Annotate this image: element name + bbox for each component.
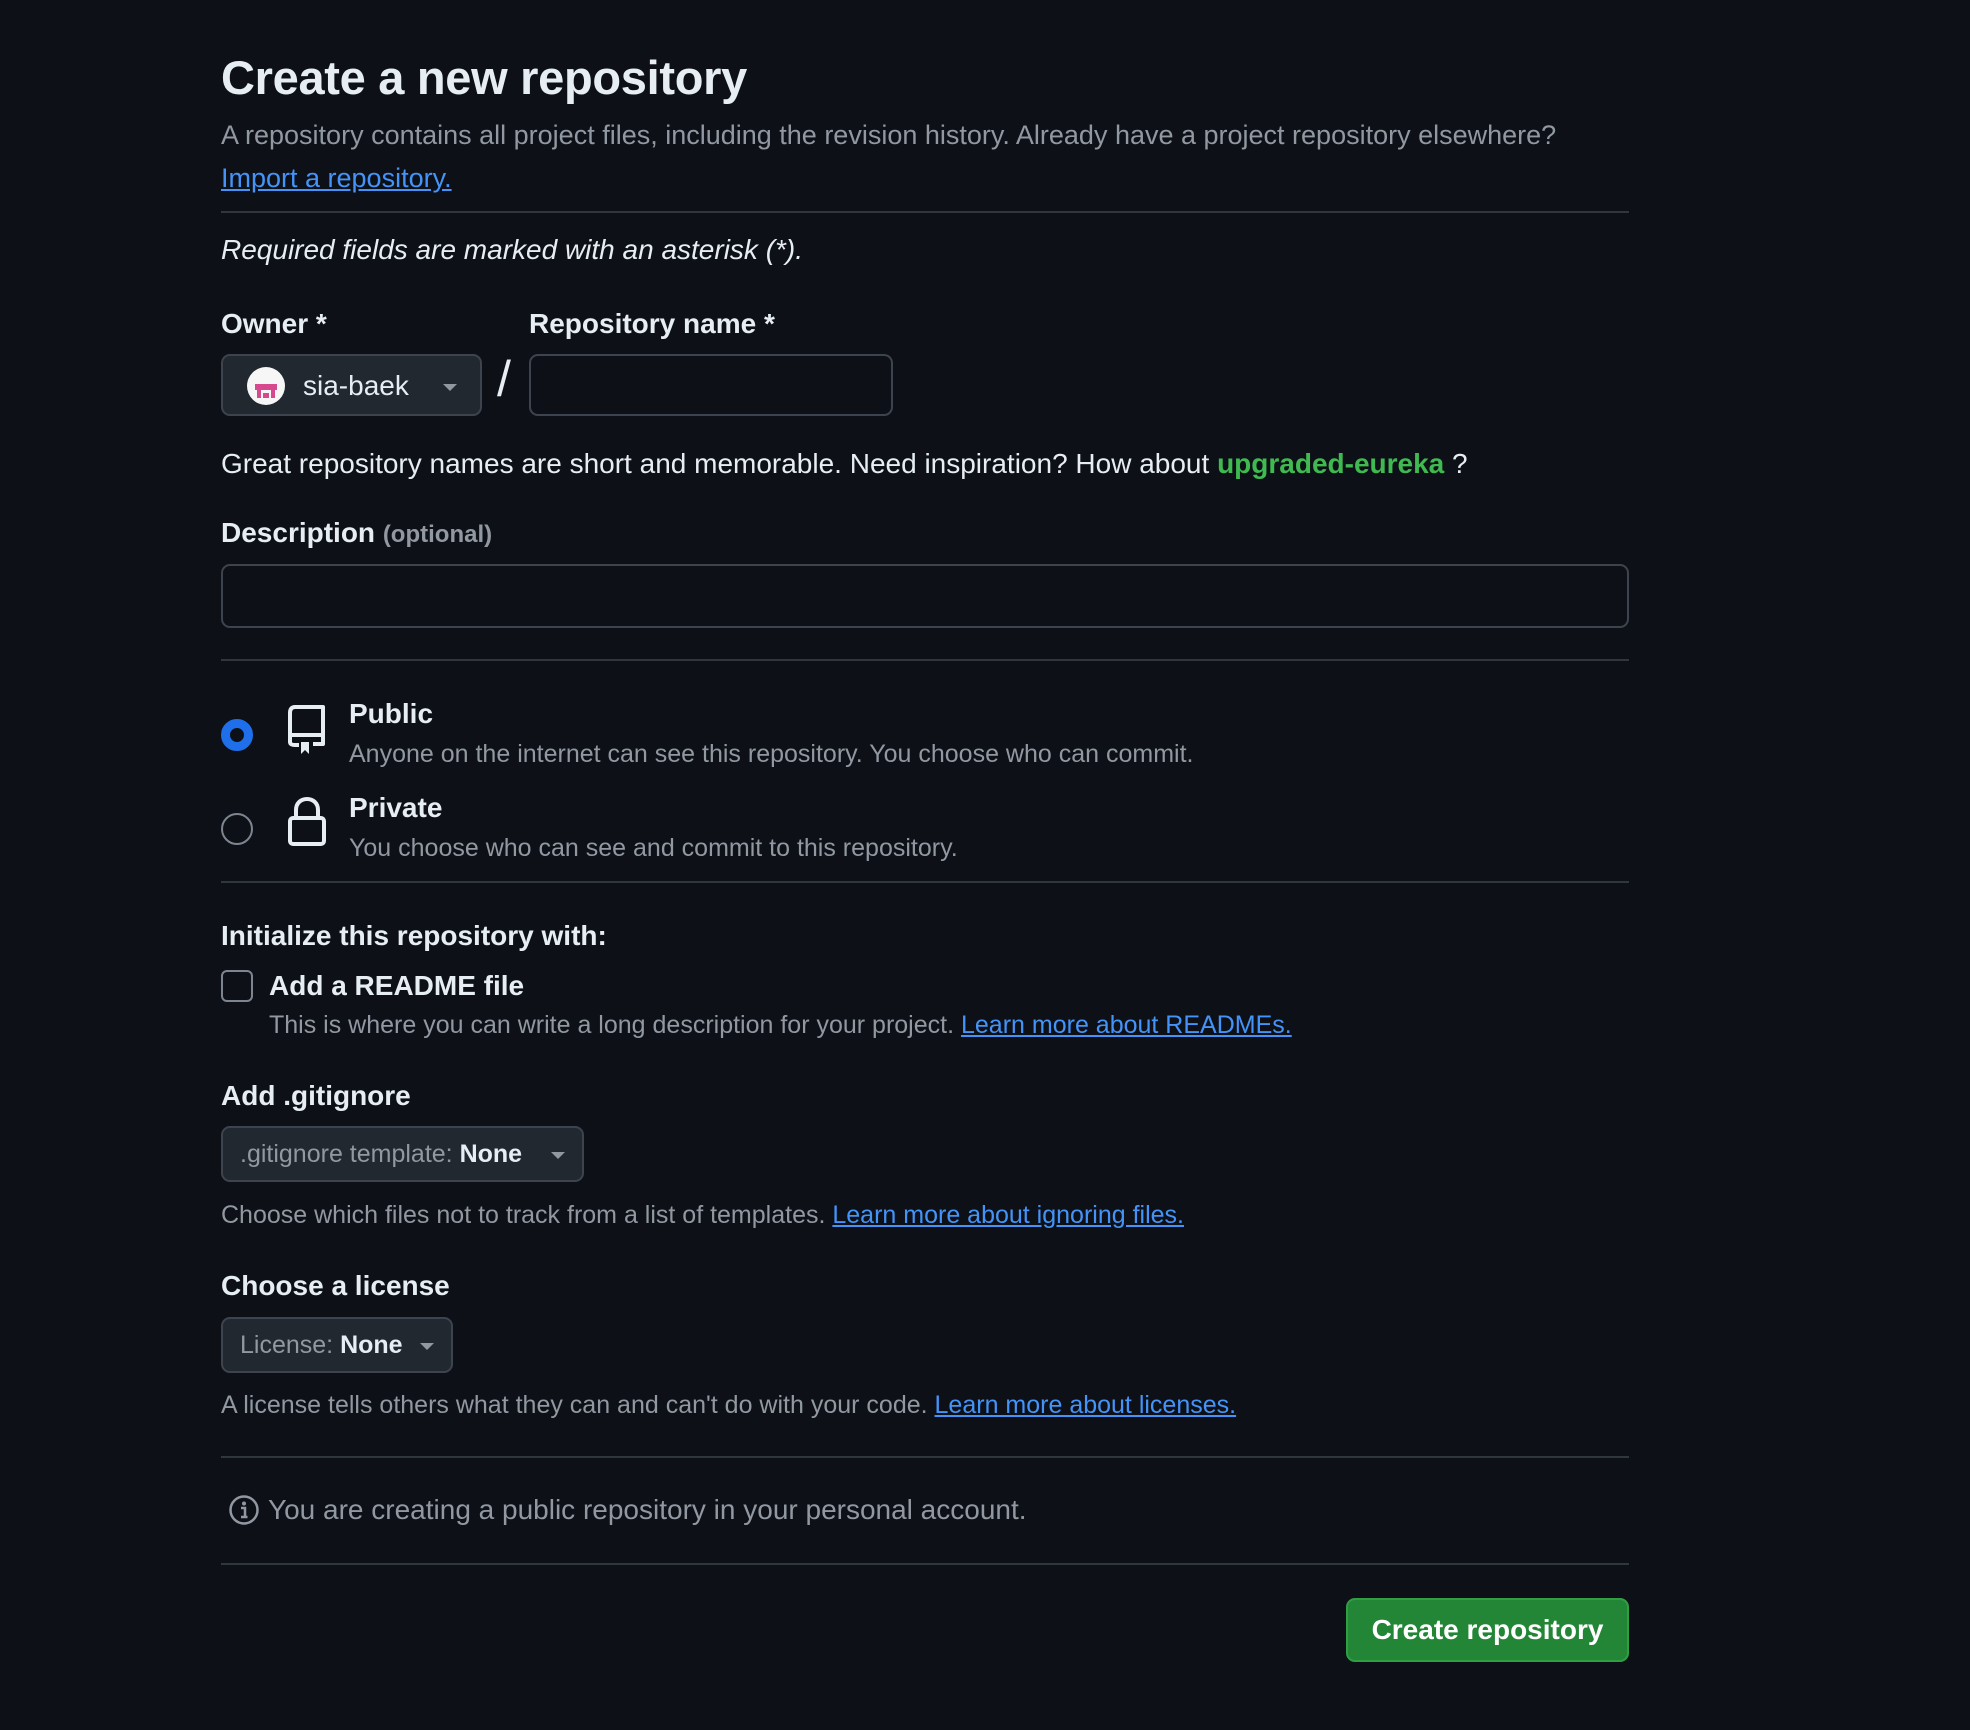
- intro-text: A repository contains all project files,…: [221, 120, 1557, 150]
- public-radio[interactable]: [221, 719, 253, 751]
- visibility-info-text: You are creating a public repository in …: [268, 1494, 1027, 1525]
- description-label: Description (optional): [221, 517, 492, 549]
- repository-name-input[interactable]: [529, 354, 893, 416]
- gitignore-description-text: Choose which files not to track from a l…: [221, 1201, 826, 1229]
- public-title: Public: [349, 698, 434, 729]
- import-repository-link[interactable]: Import a repository.: [221, 163, 452, 193]
- chevron-down-icon: [443, 384, 457, 391]
- repo-icon: [287, 704, 327, 761]
- required-fields-note: Required fields are marked with an aster…: [221, 234, 804, 265]
- identicon-avatar: [247, 367, 285, 405]
- private-title: Private: [349, 792, 443, 823]
- readme-label[interactable]: Add a README file: [269, 970, 524, 1002]
- repository-name-label: Repository name *: [529, 308, 775, 339]
- owner-label: Owner *: [221, 308, 327, 339]
- owner-name: sia-baek: [303, 370, 409, 401]
- private-description: You choose who can see and commit to thi…: [349, 834, 958, 862]
- divider: [221, 211, 1629, 213]
- divider: [221, 1456, 1629, 1458]
- gitignore-select-value: None: [459, 1140, 523, 1168]
- optional-tag: (optional): [382, 521, 493, 548]
- hint-text: Great repository names are short and mem…: [221, 448, 1210, 479]
- hint-suffix: ?: [1452, 448, 1468, 479]
- chevron-down-icon: [420, 1343, 434, 1350]
- license-heading: Choose a license: [221, 1270, 450, 1301]
- owner-dropdown[interactable]: sia-baek: [221, 354, 482, 416]
- divider: [221, 659, 1629, 661]
- private-radio[interactable]: [221, 813, 253, 845]
- page-title: Create a new repository: [221, 51, 747, 104]
- description-input[interactable]: [221, 564, 1629, 628]
- gitignore-select-prefix: .gitignore template:: [240, 1140, 453, 1168]
- license-select[interactable]: License: None: [221, 1317, 453, 1373]
- page-intro: A repository contains all project files,…: [221, 114, 1581, 200]
- gitignore-description: Choose which files not to track from a l…: [221, 1201, 1184, 1230]
- gitignore-learn-more-link[interactable]: Learn more about ignoring files.: [832, 1201, 1184, 1229]
- license-select-value: None: [340, 1331, 403, 1359]
- initialize-heading: Initialize this repository with:: [221, 920, 607, 951]
- license-description-text: A license tells others what they can and…: [221, 1391, 928, 1419]
- lock-icon: [287, 796, 327, 853]
- license-learn-more-link[interactable]: Learn more about licenses.: [935, 1391, 1237, 1419]
- readme-learn-more-link[interactable]: Learn more about READMEs.: [961, 1011, 1292, 1039]
- readme-description-text: This is where you can write a long descr…: [269, 1011, 955, 1039]
- info-icon: [229, 1495, 259, 1525]
- description-label-text: Description: [221, 517, 376, 548]
- public-description: Anyone on the internet can see this repo…: [349, 740, 1194, 768]
- owner-repo-separator: /: [497, 351, 511, 407]
- chevron-down-icon: [551, 1152, 565, 1159]
- readme-description: This is where you can write a long descr…: [269, 1011, 1292, 1040]
- repository-name-hint: Great repository names are short and mem…: [221, 448, 1468, 480]
- gitignore-template-select[interactable]: .gitignore template: None: [221, 1126, 584, 1182]
- divider: [221, 881, 1629, 883]
- create-repository-button[interactable]: Create repository: [1346, 1598, 1629, 1662]
- license-select-prefix: License:: [240, 1331, 334, 1359]
- gitignore-heading: Add .gitignore: [221, 1080, 411, 1111]
- divider: [221, 1563, 1629, 1565]
- readme-checkbox[interactable]: [221, 970, 253, 1002]
- name-suggestion[interactable]: upgraded-eureka: [1217, 448, 1444, 479]
- license-description: A license tells others what they can and…: [221, 1391, 1236, 1420]
